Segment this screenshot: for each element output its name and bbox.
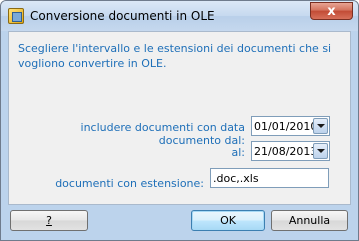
date-to-label: al:	[231, 146, 245, 159]
help-button[interactable]: ?	[10, 210, 88, 231]
help-button-label: ?	[46, 214, 52, 227]
extension-input[interactable]	[210, 168, 329, 188]
date-to-value: 21/08/2013	[254, 145, 318, 158]
chevron-down-icon[interactable]	[313, 143, 328, 159]
extension-label: documenti con estensione:	[55, 177, 204, 190]
dialog-content: Scegliere l'intervallo e le estensioni d…	[8, 31, 351, 205]
dialog-window: Conversione documenti in OLE x Scegliere…	[0, 0, 359, 241]
cancel-button-label: Annulla	[288, 214, 331, 227]
description-text: Scegliere l'intervallo e le estensioni d…	[18, 42, 332, 70]
close-button[interactable]: x	[310, 2, 353, 20]
chevron-down-icon[interactable]	[313, 118, 328, 134]
close-icon: x	[327, 3, 336, 19]
window-title: Conversione documenti in OLE	[30, 9, 215, 23]
title-bar[interactable]: Conversione documenti in OLE x	[1, 1, 358, 31]
ok-button-label: OK	[220, 214, 236, 227]
date-to-picker[interactable]: 21/08/2013	[251, 141, 330, 161]
app-icon	[8, 8, 24, 24]
date-from-picker[interactable]: 01/01/2010	[251, 116, 330, 136]
date-from-value: 01/01/2010	[254, 120, 318, 133]
date-from-label: includere documenti con data documento d…	[80, 121, 245, 147]
cancel-button[interactable]: Annulla	[271, 210, 348, 231]
ok-button[interactable]: OK	[191, 210, 265, 231]
